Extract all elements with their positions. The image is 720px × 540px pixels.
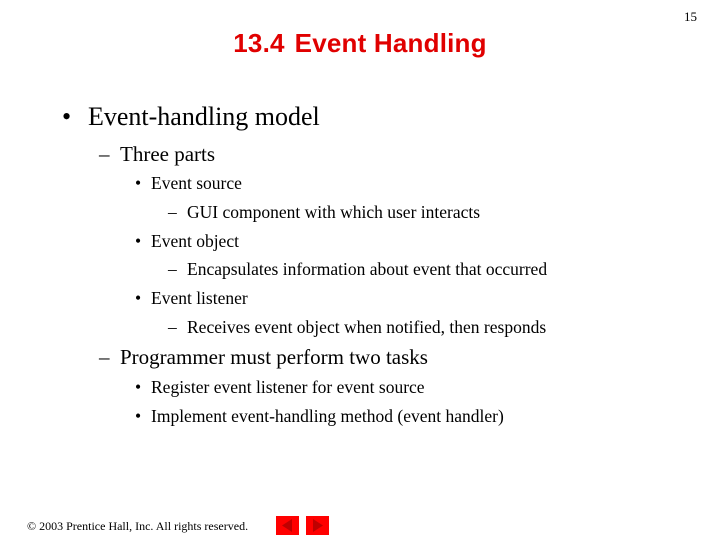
section-number: 13.4: [233, 28, 285, 58]
item-event-object: Event object: [151, 231, 239, 251]
bullet-marker: •: [62, 102, 72, 131]
desc-event-listener: Receives event object when notified, the…: [187, 317, 547, 337]
bullet-marker: •: [135, 173, 142, 193]
title-text: Event Handling: [294, 28, 487, 58]
subbullet-three-parts: Three parts: [120, 142, 216, 166]
item-implement-handler: Implement event-handling method (event h…: [151, 406, 504, 426]
dash-marker: –: [168, 259, 177, 279]
bullet-marker: •: [135, 288, 142, 308]
left-arrow-icon: [282, 519, 292, 532]
bullet-event-handling-model: Event-handling model: [88, 102, 320, 131]
bullet-marker: •: [135, 406, 142, 426]
item-register-listener: Register event listener for event source: [151, 377, 425, 397]
dash-marker: –: [99, 345, 110, 369]
item-event-listener: Event listener: [151, 288, 248, 308]
copyright-icon: ©: [27, 519, 37, 533]
dash-marker: –: [99, 142, 110, 166]
page-number: 15: [684, 9, 697, 24]
bullet-marker: •: [135, 231, 142, 251]
previous-slide-button[interactable]: [276, 516, 299, 535]
dash-marker: –: [168, 202, 177, 222]
desc-event-source: GUI component with which user interacts: [187, 202, 481, 222]
desc-event-object: Encapsulates information about event tha…: [187, 259, 548, 279]
copyright-text: 2003 Prentice Hall, Inc. All rights rese…: [39, 519, 249, 533]
item-event-source: Event source: [151, 173, 242, 193]
right-arrow-icon: [313, 519, 323, 532]
subbullet-programmer-tasks: Programmer must perform two tasks: [120, 345, 428, 369]
dash-marker: –: [168, 317, 177, 337]
slide-title: 13.4 Event Handling: [0, 28, 720, 59]
copyright-footer: © 2003 Prentice Hall, Inc. All rights re…: [27, 519, 248, 534]
bullet-marker: •: [135, 377, 142, 397]
next-slide-button[interactable]: [306, 516, 329, 535]
